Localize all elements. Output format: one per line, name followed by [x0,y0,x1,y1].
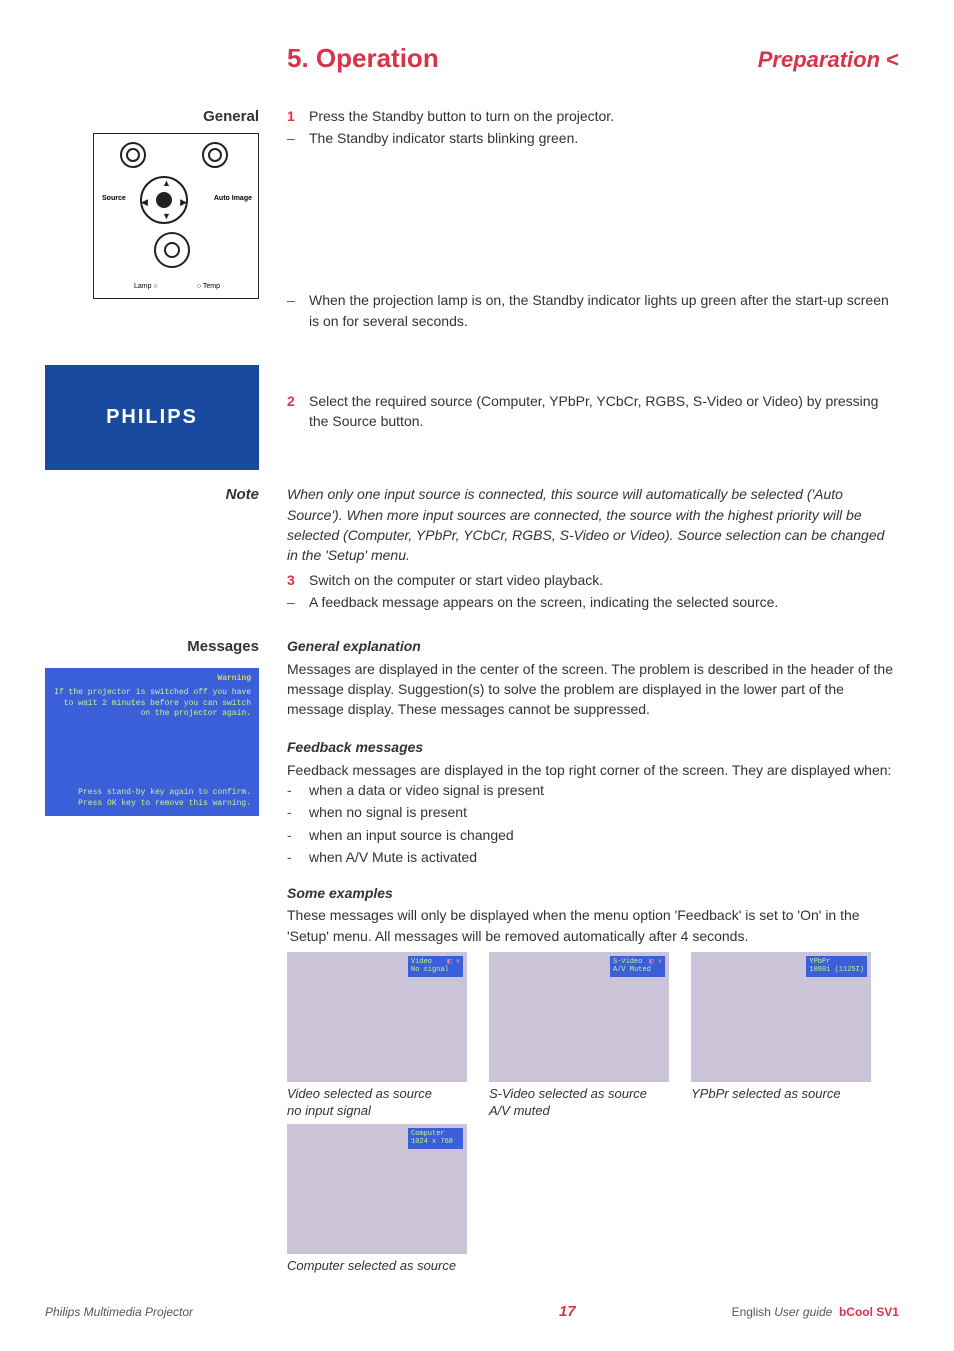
step-subtext: The Standby indicator starts blinking gr… [309,128,578,148]
examples-intro: These messages will only be displayed wh… [287,905,899,946]
feedback-tag: YPbPr 1080i (1125I) [806,956,867,977]
example-caption: Video selected as source no input signal [287,1086,467,1120]
dash-icon: – [287,592,309,612]
list-item: when no signal is present [309,802,467,822]
example-svideo: ◧ ✕ S-Video A/V Muted [489,952,669,1082]
standby-button-icon [154,232,190,268]
label-note: Note [45,484,259,506]
subtitle-text: Preparation [758,47,880,72]
control-panel-diagram: ▲ ▼ ◀ ▶ Source Auto Image Lamp ○ ○ Temp [93,133,259,299]
step-1-sub: – The Standby indicator starts blinking … [287,128,899,148]
step-subtext: A feedback message appears on the screen… [309,592,778,612]
label-temp: ○ Temp [197,282,220,292]
knob-icon [120,142,146,168]
chevron-left-icon: < [886,47,899,72]
status-icon: ◧ ✕ [649,958,662,966]
section-title: 5. Operation [287,40,439,78]
tag-line: YPbPr [809,958,864,966]
dash-icon: - [287,802,309,822]
feedback-intro: Feedback messages are displayed in the t… [287,760,899,780]
tag-line: 1024 x 768 [411,1138,460,1146]
tag-line: 1080i (1125I) [809,966,864,974]
example-computer: Computer 1024 x 768 [287,1124,467,1254]
step-1: 1 Press the Standby button to turn on th… [287,106,899,126]
page-footer: Philips Multimedia Projector 17 English … [45,1301,899,1323]
example-video: ◧ ✕ Video No signal [287,952,467,1082]
example-caption: Computer selected as source [287,1258,467,1275]
general-explanation-body: Messages are displayed in the center of … [287,659,899,720]
feedback-tag: ◧ ✕ Video No signal [408,956,463,977]
subhead-examples: Some examples [287,883,899,903]
examples-row: Computer 1024 x 768 Computer selected as… [287,1124,899,1275]
label-general: General [45,106,259,128]
tag-line: Computer [411,1130,460,1138]
philips-splash: PHILIPS [45,365,259,470]
step-text: Select the required source (Computer, YP… [309,391,899,432]
dash-icon: – [287,290,309,331]
warning-line: If the projector is switched off you hav… [53,688,251,720]
step-text: Switch on the computer or start video pl… [309,570,603,590]
label-messages: Messages [45,636,259,658]
list-item: when A/V Mute is activated [309,847,477,867]
examples-row: ◧ ✕ Video No signal Video selected as so… [287,952,899,1120]
warning-line: Press OK key to remove this warning. [53,799,251,810]
subhead-feedback: Feedback messages [287,737,899,757]
status-icon: ◧ ✕ [447,958,460,966]
list-item: when an input source is changed [309,825,514,845]
knob-icon [202,142,228,168]
tag-line: A/V Muted [613,966,662,974]
warning-box: Warning If the projector is switched off… [45,668,259,816]
step-number: 3 [287,570,309,590]
page-number: 17 [559,1301,576,1323]
tag-line: No signal [411,966,460,974]
page-header: 5. Operation Preparation < [287,40,899,78]
note-text: When the projection lamp is on, the Stan… [309,290,899,331]
step-3: 3 Switch on the computer or start video … [287,570,899,590]
list-item: when a data or video signal is present [309,780,544,800]
philips-logo: PHILIPS [106,403,198,432]
subhead-general-explanation: General explanation [287,636,899,656]
dash-icon: - [287,780,309,800]
label-autoimage: Auto Image [214,194,252,204]
example-ypbpr: YPbPr 1080i (1125I) [691,952,871,1082]
section-subtitle: Preparation < [758,44,899,76]
label-source: Source [102,194,126,204]
dash-icon: – [287,128,309,148]
lamp-note: – When the projection lamp is on, the St… [287,290,899,331]
warning-line: Press stand-by key again to confirm. [53,788,251,799]
example-caption: YPbPr selected as source [691,1086,871,1103]
dash-icon: - [287,847,309,867]
feedback-tag: Computer 1024 x 768 [408,1128,463,1149]
joystick-icon: ▲ ▼ ◀ ▶ [140,176,188,224]
step-number: 1 [287,106,309,126]
example-caption: S-Video selected as source A/V muted [489,1086,669,1120]
dash-icon: - [287,825,309,845]
feedback-tag: ◧ ✕ S-Video A/V Muted [610,956,665,977]
step-3-sub: – A feedback message appears on the scre… [287,592,899,612]
label-lamp: Lamp ○ [134,282,158,292]
note-body: When only one input source is connected,… [287,484,899,565]
footer-right: English User guide bCool SV1 [732,1304,899,1321]
step-2: 2 Select the required source (Computer, … [287,391,899,432]
step-text: Press the Standby button to turn on the … [309,106,614,126]
warning-title: Warning [53,674,251,685]
footer-left: Philips Multimedia Projector [45,1304,193,1321]
step-number: 2 [287,391,309,432]
